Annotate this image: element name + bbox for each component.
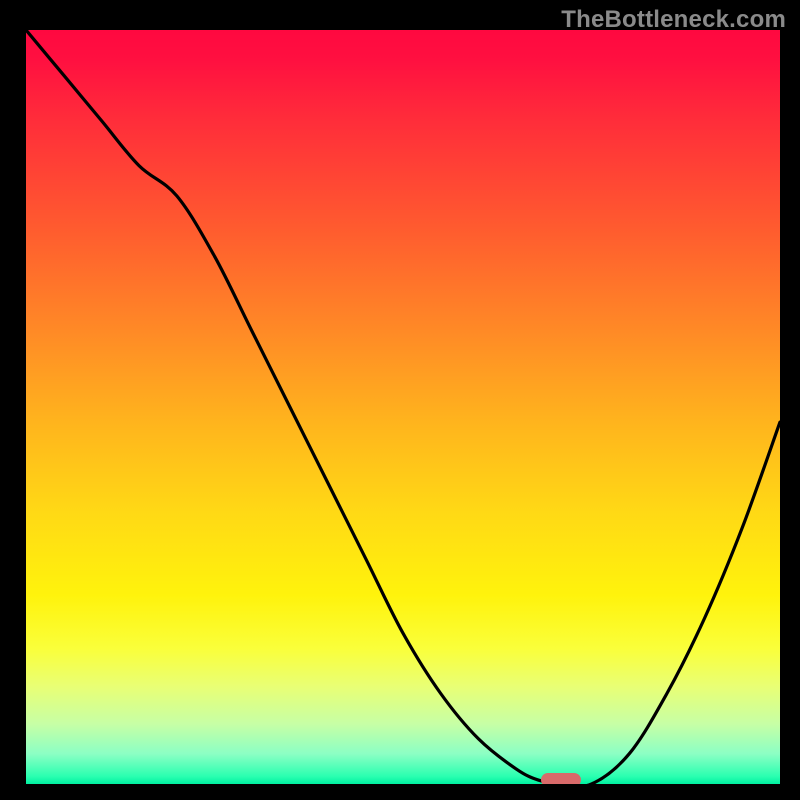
bottleneck-curve [26,30,780,784]
chart-frame: TheBottleneck.com [0,0,800,800]
optimal-marker [541,773,581,784]
plot-area [26,30,780,784]
